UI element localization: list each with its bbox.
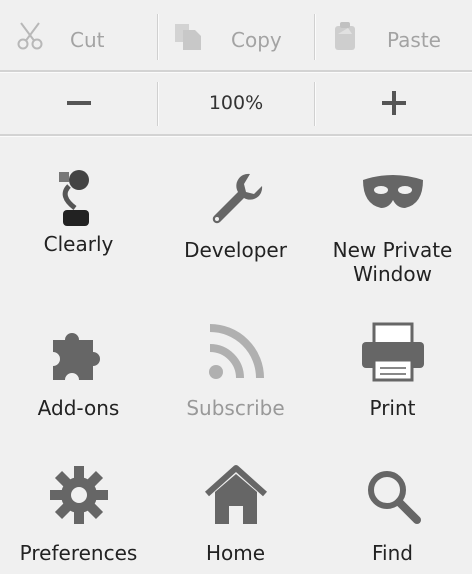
developer-label: Developer	[184, 238, 287, 262]
paste-button[interactable]: Paste	[315, 0, 472, 70]
scissors-icon	[17, 22, 43, 50]
divider	[314, 82, 316, 126]
zoom-in-button[interactable]	[315, 70, 472, 136]
preferences-label: Preferences	[19, 541, 138, 565]
subscribe-label: Subscribe	[186, 396, 285, 420]
preferences-button[interactable]: Preferences	[0, 464, 157, 574]
gear-icon	[49, 466, 108, 524]
new-private-window-label: New Private Window	[332, 238, 453, 286]
find-button[interactable]: Find	[314, 464, 471, 574]
find-label: Find	[372, 541, 413, 565]
zoom-controls: 100%	[0, 70, 472, 136]
clearly-button[interactable]: Clearly	[0, 158, 157, 298]
divider	[0, 134, 472, 137]
home-label: Home	[205, 541, 266, 565]
subscribe-button[interactable]: Subscribe	[157, 318, 314, 438]
copy-icon	[175, 24, 201, 50]
plus-icon	[381, 91, 406, 115]
copy-button[interactable]: Copy	[157, 0, 315, 70]
wrench-icon	[212, 173, 262, 224]
clearly-label: Clearly	[43, 232, 114, 256]
zoom-reset-button[interactable]: 100%	[157, 70, 315, 136]
search-icon	[367, 471, 421, 524]
clipboard-icon	[335, 22, 355, 50]
minus-icon	[66, 101, 91, 105]
home-button[interactable]: Home	[157, 464, 314, 574]
copy-label: Copy	[231, 28, 282, 52]
cut-label: Cut	[70, 28, 105, 52]
cut-button[interactable]: Cut	[0, 0, 157, 70]
print-button[interactable]: Print	[314, 318, 471, 438]
add-ons-label: Add-ons	[37, 396, 120, 420]
mask-icon	[362, 175, 423, 208]
puzzle-icon	[52, 333, 100, 380]
print-label: Print	[369, 396, 416, 420]
divider	[157, 14, 159, 60]
zoom-level: 100%	[208, 92, 264, 114]
divider	[157, 82, 159, 126]
developer-button[interactable]: Developer	[157, 158, 314, 298]
paste-label: Paste	[387, 28, 441, 52]
edit-controls: Cut Copy Paste	[0, 0, 472, 70]
divider	[314, 14, 316, 60]
zoom-out-button[interactable]	[0, 70, 157, 136]
printer-icon	[361, 322, 424, 382]
rss-icon	[208, 324, 264, 379]
menu-panel: Cut Copy Paste 100% Clearly Developer Ne…	[0, 0, 472, 574]
home-icon	[204, 465, 267, 524]
new-private-window-button[interactable]: New Private Window	[314, 158, 471, 298]
add-ons-button[interactable]: Add-ons	[0, 318, 157, 438]
clearly-lamp-icon	[58, 170, 89, 226]
